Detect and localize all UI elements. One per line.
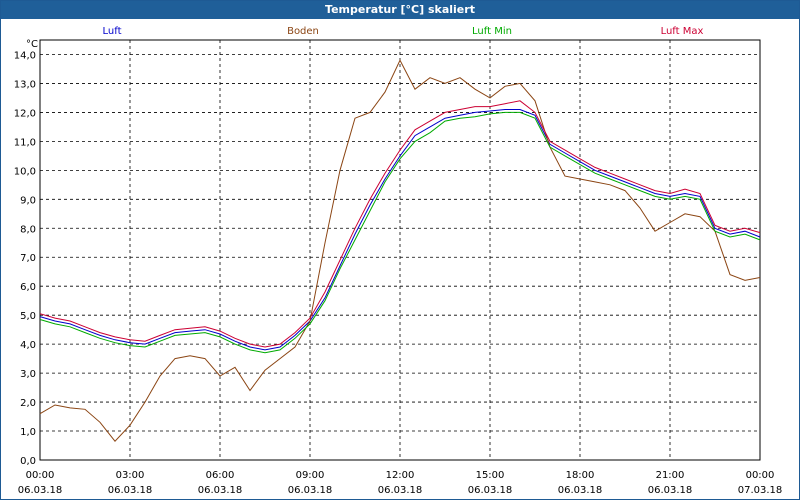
x-tick-date: 06.03.18	[558, 485, 603, 496]
x-tick-time: 00:00	[26, 470, 55, 481]
y-tick-label: 6,0	[20, 282, 36, 293]
x-tick-time: 21:00	[656, 470, 685, 481]
y-axis-ticks: 0,0 1,0 2,0 3,0 4,0 5,0 6,0 7,0 8,0 9,0 10,0 11,0 12…	[14, 50, 36, 467]
x-tick-time: 06:00	[206, 470, 235, 481]
y-tick-label: 13,0	[14, 79, 36, 90]
y-tick-label: 10,0	[14, 166, 36, 177]
legend-item: Luft Min	[472, 26, 512, 37]
x-tick-date: 06.03.18	[288, 485, 333, 496]
y-tick-label: 12,0	[14, 108, 36, 119]
y-tick-label: 9,0	[20, 195, 36, 206]
legend-item: Boden	[287, 26, 319, 37]
x-tick-date: 07.03.18	[738, 485, 783, 496]
x-tick-time: 03:00	[116, 470, 145, 481]
legend-item: Luft	[103, 26, 122, 37]
legend: Luft Boden Luft Min Luft Max	[103, 26, 704, 37]
x-tick-date: 06.03.18	[108, 485, 153, 496]
x-axis-ticks: 00:00 06.03.18 03:00 06.03.18 06:00 06.03.18 0…	[18, 470, 783, 496]
y-tick-label: 4,0	[20, 340, 36, 351]
legend-item: Luft Max	[661, 26, 704, 37]
y-tick-label: 0,0	[20, 456, 36, 467]
series-line	[39, 109, 761, 351]
temperature-chart: Luft Boden Luft Min Luft Max °C 0,0 1,0 2,0 3,…	[14, 26, 783, 496]
x-tick-time: 12:00	[386, 470, 415, 481]
y-tick-label: 7,0	[20, 253, 36, 264]
x-tick-date: 06.03.18	[18, 485, 63, 496]
x-tick-date: 06.03.18	[378, 485, 423, 496]
y-axis-unit: °C	[26, 39, 38, 50]
x-tick-date: 06.03.18	[198, 485, 243, 496]
y-tick-label: 1,0	[20, 427, 36, 438]
x-tick-time: 09:00	[296, 470, 325, 481]
x-tick-time: 18:00	[566, 470, 595, 481]
y-tick-label: 8,0	[20, 224, 36, 235]
y-tick-label: 14,0	[14, 50, 36, 61]
y-tick-label: 2,0	[20, 398, 36, 409]
y-tick-label: 11,0	[14, 137, 36, 148]
y-tick-label: 3,0	[20, 369, 36, 380]
x-tick-date: 06.03.18	[648, 485, 693, 496]
y-tick-label: 5,0	[20, 311, 36, 322]
x-tick-time: 15:00	[476, 470, 505, 481]
x-tick-time: 00:00	[746, 470, 775, 481]
x-tick-date: 06.03.18	[468, 485, 513, 496]
